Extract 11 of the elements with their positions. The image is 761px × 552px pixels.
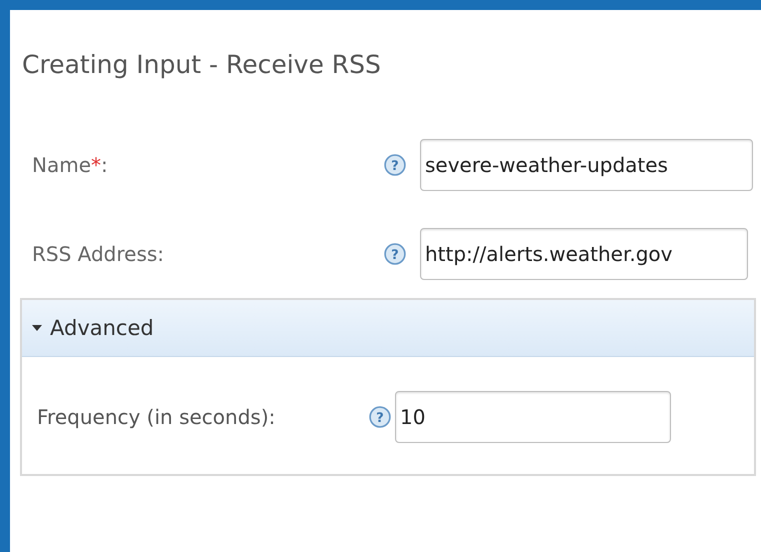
field-label: Name*: <box>32 152 108 176</box>
section-header[interactable]: Advanced <box>22 300 754 357</box>
text-field[interactable]: http://alerts.weather.gov <box>420 228 748 280</box>
help-icon[interactable]: ? <box>384 154 406 176</box>
text-field[interactable]: severe-weather-updates <box>420 138 753 190</box>
field-label: Frequency (in seconds): <box>37 405 276 429</box>
help-icon[interactable]: ? <box>369 406 391 428</box>
field-label: RSS Address: <box>32 242 164 266</box>
help-icon[interactable]: ? <box>384 242 406 264</box>
text-field[interactable]: 10 <box>395 391 671 443</box>
dialog-title: Creating Input - Receive RSS <box>22 50 382 81</box>
